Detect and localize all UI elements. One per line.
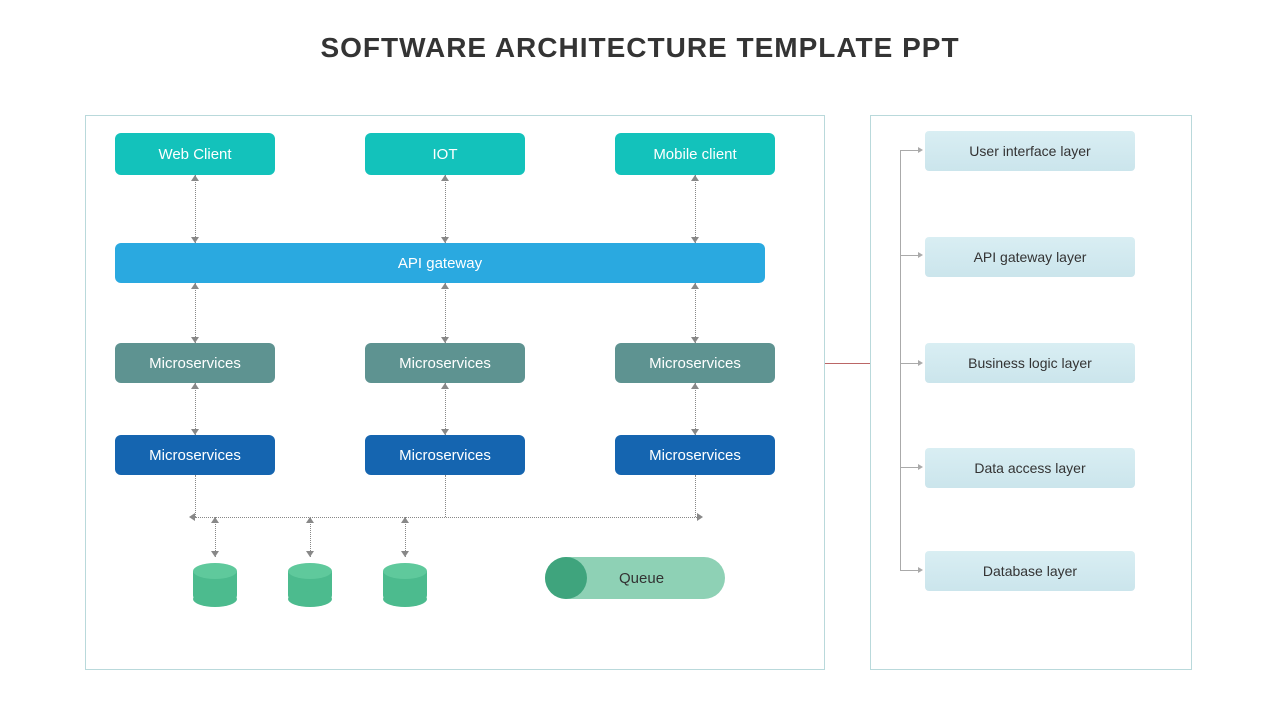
arrow-up-icon <box>441 175 449 181</box>
microservices-b2-box: Microservices <box>365 435 525 475</box>
microservices-b3-box: Microservices <box>615 435 775 475</box>
microservices-b1-box: Microservices <box>115 435 275 475</box>
connector <box>695 175 696 243</box>
connector <box>195 383 196 435</box>
mobile-client-box: Mobile client <box>615 133 775 175</box>
api-gateway-box: API gateway <box>115 243 765 283</box>
architecture-panel: Web Client IOT Mobile client API gateway… <box>85 115 825 670</box>
database-layer-box: Database layer <box>925 551 1135 591</box>
connector <box>445 175 446 243</box>
arrow-down-icon <box>211 551 219 557</box>
arrow-up-icon <box>441 283 449 289</box>
arrow-up-icon <box>191 383 199 389</box>
arrow-up-icon <box>441 383 449 389</box>
database-cylinder-icon <box>383 563 427 601</box>
queue-box: Queue <box>545 557 725 599</box>
connector <box>445 283 446 343</box>
microservices-a2-box: Microservices <box>365 343 525 383</box>
arrow-up-icon <box>306 517 314 523</box>
data-access-layer-box: Data access layer <box>925 448 1135 488</box>
arrow-left-icon <box>189 513 195 521</box>
connector <box>695 283 696 343</box>
arrow-up-icon <box>191 175 199 181</box>
queue-label: Queue <box>619 570 664 587</box>
queue-circle-icon <box>545 557 587 599</box>
arrow-down-icon <box>401 551 409 557</box>
user-interface-layer-box: User interface layer <box>925 131 1135 171</box>
microservices-a3-box: Microservices <box>615 343 775 383</box>
api-gateway-layer-box: API gateway layer <box>925 237 1135 277</box>
connector <box>695 383 696 435</box>
arrow-up-icon <box>691 175 699 181</box>
layers-panel: User interface layer API gateway layer B… <box>870 115 1192 670</box>
connector <box>445 383 446 435</box>
arrow-up-icon <box>691 383 699 389</box>
connector <box>195 475 196 517</box>
arrow-up-icon <box>401 517 409 523</box>
panel-connector <box>825 363 870 364</box>
database-cylinder-icon <box>288 563 332 601</box>
arrow-up-icon <box>691 283 699 289</box>
web-client-box: Web Client <box>115 133 275 175</box>
connector <box>445 475 446 517</box>
arrow-right-icon <box>697 513 703 521</box>
microservices-a1-box: Microservices <box>115 343 275 383</box>
arrow-up-icon <box>211 517 219 523</box>
arrow-down-icon <box>306 551 314 557</box>
database-cylinder-icon <box>193 563 237 601</box>
connector <box>195 283 196 343</box>
arrow-up-icon <box>191 283 199 289</box>
iot-box: IOT <box>365 133 525 175</box>
connector <box>195 175 196 243</box>
business-logic-layer-box: Business logic layer <box>925 343 1135 383</box>
connector <box>195 517 697 518</box>
page-title: SOFTWARE ARCHITECTURE TEMPLATE PPT <box>0 0 1280 64</box>
connector <box>695 475 696 517</box>
